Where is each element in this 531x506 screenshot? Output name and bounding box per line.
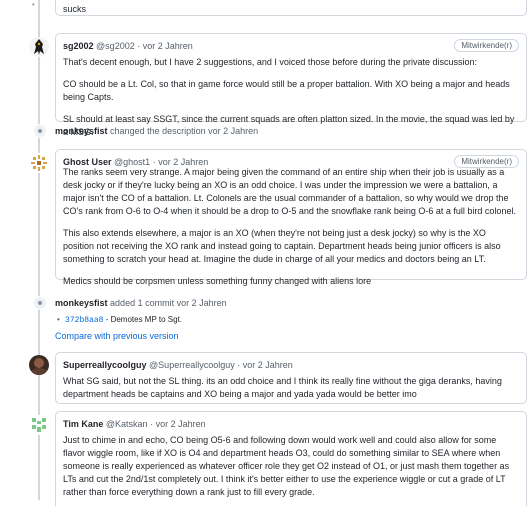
- bullet-icon: •: [57, 315, 60, 324]
- comment-header: Superreallycoolguy @Superreallycoolguy ·…: [56, 353, 526, 375]
- separator: ·: [152, 157, 156, 167]
- comment-card: Ghost User @ghost1 · vor 2 Jahren Mitwir…: [55, 149, 527, 286]
- role-badge: Mitwirkende(r): [454, 39, 519, 52]
- comment-header: Ghost User @ghost1 · vor 2 Jahren Mitwir…: [56, 150, 526, 172]
- author-handle[interactable]: @sg2002: [96, 41, 135, 51]
- compare-link[interactable]: Compare with previous version: [55, 331, 179, 341]
- comment-paragraph: Just to chime in and echo, CO being O5-6…: [63, 435, 510, 497]
- comment-paragraph: The ranks seem very strange. A major bei…: [63, 167, 516, 216]
- author-name[interactable]: Superreallycoolguy: [63, 360, 147, 370]
- role-badge: Mitwirkende(r): [454, 155, 519, 168]
- author-handle[interactable]: @ghost1: [114, 157, 150, 167]
- comment-card: sg2002 @sg2002 · vor 2 Jahren Mitwirkend…: [55, 33, 527, 137]
- comment-time[interactable]: vor 2 Jahren: [156, 419, 206, 429]
- comment-header: sg2002 @sg2002 · vor 2 Jahren Mitwirkend…: [56, 34, 526, 56]
- event-time[interactable]: vor 2 Jahren: [208, 126, 258, 136]
- timeline-more-indicator: •: [32, 0, 36, 9]
- comment-time[interactable]: vor 2 Jahren: [143, 41, 193, 51]
- event-action: changed the description: [110, 126, 206, 136]
- comment-card: Tim Kane @Katskan · vor 2 Jahren Just to…: [55, 411, 527, 506]
- comment-body: The ranks seem very strange. A major bei…: [56, 166, 526, 288]
- avatar-image: [29, 153, 49, 173]
- commit-item: • 372b8aa8 - Demotes MP to Sgt.: [57, 315, 182, 325]
- comment-card: Superreallycoolguy @Superreallycoolguy ·…: [55, 352, 527, 404]
- comment-author-line: Tim Kane @Katskan · vor 2 Jahren: [63, 419, 206, 429]
- comment-author-line: Superreallycoolguy @Superreallycoolguy ·…: [63, 360, 293, 370]
- comment-paragraph: Medics should be corpsmen unless somethi…: [63, 276, 372, 286]
- comment-header: Tim Kane @Katskan · vor 2 Jahren: [56, 412, 526, 434]
- event-icon: [33, 124, 47, 138]
- avatar-sg2002[interactable]: [29, 37, 49, 57]
- comment-text: sucks: [63, 4, 87, 14]
- separator: ·: [137, 41, 141, 51]
- comment-paragraph: This also extends elsewhere, a major is …: [63, 228, 501, 264]
- avatar-tim-kane[interactable]: [29, 415, 49, 435]
- comment-paragraph: That's decent enough, but I have 2 sugge…: [63, 57, 477, 67]
- system-event: monkeysfist added 1 commit vor 2 Jahren: [55, 298, 227, 308]
- avatar-image: [29, 355, 49, 375]
- system-event: monkeysfist changed the description vor …: [55, 126, 258, 136]
- comment-author-line: Ghost User @ghost1 · vor 2 Jahren: [63, 157, 208, 167]
- event-actor[interactable]: monkeysfist: [55, 298, 108, 308]
- commit-sha-link[interactable]: 372b8aa8: [65, 316, 103, 325]
- avatar-superreallycoolguy[interactable]: [29, 355, 49, 375]
- comment-paragraph: What SG said, but not the SL thing. its …: [63, 376, 502, 399]
- separator: ·: [237, 360, 241, 370]
- comment-paragraph: CO should be a Lt. Col, so that in game …: [63, 79, 510, 102]
- event-icon: [33, 296, 47, 310]
- author-name[interactable]: Tim Kane: [63, 419, 103, 429]
- comment-body: Just to chime in and echo, CO being O5-6…: [56, 434, 526, 499]
- comment-card-partial: sucks: [55, 0, 527, 16]
- event-time[interactable]: vor 2 Jahren: [177, 298, 227, 308]
- comment-author-line: sg2002 @sg2002 · vor 2 Jahren: [63, 41, 193, 51]
- avatar-image: [29, 37, 49, 57]
- avatar-image: [29, 415, 49, 435]
- comment-time[interactable]: vor 2 Jahren: [158, 157, 208, 167]
- comment-body: What SG said, but not the SL thing. its …: [56, 375, 526, 401]
- comment-time[interactable]: vor 2 Jahren: [243, 360, 293, 370]
- avatar-ghost-user[interactable]: [29, 153, 49, 173]
- event-actor[interactable]: monkeysfist: [55, 126, 108, 136]
- separator: ·: [150, 419, 154, 429]
- commit-message: - Demotes MP to Sgt.: [105, 315, 183, 324]
- author-name[interactable]: sg2002: [63, 41, 94, 51]
- author-handle[interactable]: @Superreallycoolguy: [149, 360, 235, 370]
- event-action: added 1 commit: [110, 298, 175, 308]
- author-name[interactable]: Ghost User: [63, 157, 112, 167]
- author-handle[interactable]: @Katskan: [106, 419, 148, 429]
